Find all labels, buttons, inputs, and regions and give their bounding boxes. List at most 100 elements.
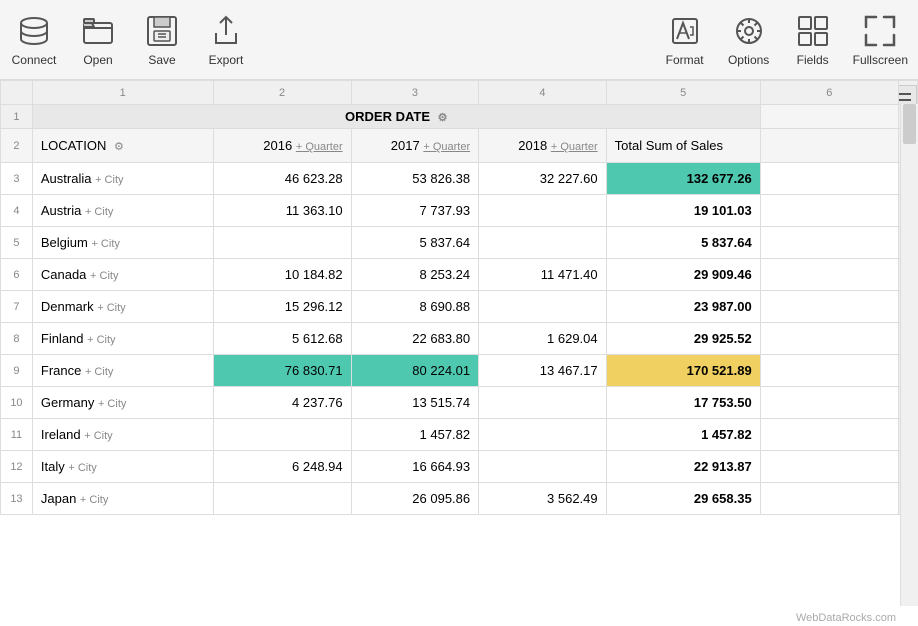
options-button[interactable]: Options: [725, 13, 773, 67]
belgium-city-link[interactable]: + City: [91, 238, 119, 250]
australia-city-link[interactable]: + City: [95, 174, 123, 186]
toolbar: Connect Open Save: [0, 0, 918, 80]
belgium-empty-6: [760, 227, 898, 259]
format-label: Format: [666, 53, 704, 67]
japan-2017: 26 095.86: [351, 483, 479, 515]
fullscreen-button[interactable]: Fullscreen: [853, 13, 908, 67]
japan-city-link[interactable]: + City: [80, 494, 108, 506]
order-date-empty-5: [760, 105, 898, 129]
save-button[interactable]: Save: [138, 13, 186, 67]
year-2016-label: 2016: [263, 138, 292, 153]
austria-2018: [479, 195, 607, 227]
france-2016: 76 830.71: [213, 355, 351, 387]
year-2018-label: 2018: [518, 138, 547, 153]
italy-city-link[interactable]: + City: [68, 462, 96, 474]
location-finland: Finland + City: [32, 323, 213, 355]
row-num-3: 3: [1, 163, 33, 195]
italy-2016: 6 248.94: [213, 451, 351, 483]
germany-city-link[interactable]: + City: [98, 398, 126, 410]
watermark: WebDataRocks.com: [796, 612, 896, 624]
format-button[interactable]: Format: [661, 13, 709, 67]
year-2018-quarter-link[interactable]: + Quarter: [551, 141, 598, 153]
col-num-5: 5: [606, 81, 760, 105]
year-2017-quarter-link[interactable]: + Quarter: [423, 141, 470, 153]
canada-total: 29 909.46: [606, 259, 760, 291]
location-belgium: Belgium + City: [32, 227, 213, 259]
row-num-9: 9: [1, 355, 33, 387]
connect-label: Connect: [12, 53, 57, 67]
germany-total: 17 753.50: [606, 387, 760, 419]
connect-button[interactable]: Connect: [10, 13, 58, 67]
grid-container: 1 2 3 4 5 6 1 ORDER DAT: [0, 80, 918, 626]
austria-2017: 7 737.93: [351, 195, 479, 227]
location-gear[interactable]: ⚙: [114, 141, 124, 153]
options-label: Options: [728, 53, 769, 67]
denmark-city-link[interactable]: + City: [97, 302, 125, 314]
ireland-2016: [213, 419, 351, 451]
open-button[interactable]: Open: [74, 13, 122, 67]
france-total: 170 521.89: [606, 355, 760, 387]
australia-2018: 32 227.60: [479, 163, 607, 195]
ireland-total: 1 457.82: [606, 419, 760, 451]
italy-empty-6: [760, 451, 898, 483]
japan-total: 29 658.35: [606, 483, 760, 515]
denmark-empty-6: [760, 291, 898, 323]
location-austria: Austria + City: [32, 195, 213, 227]
menu-icon[interactable]: [898, 85, 917, 105]
row-num-13: 13: [1, 483, 33, 515]
corner-cell: [1, 81, 33, 105]
japan-2016: [213, 483, 351, 515]
ireland-city-link[interactable]: + City: [84, 430, 112, 442]
row-num-6: 6: [1, 259, 33, 291]
table-row: 3 Australia + City 46 623.28 53 826.38 3…: [1, 163, 918, 195]
japan-2018: 3 562.49: [479, 483, 607, 515]
table-row: 5 Belgium + City 5 837.64 5 837.64: [1, 227, 918, 259]
germany-2016: 4 237.76: [213, 387, 351, 419]
year-2016-header: 2016 + Quarter: [213, 129, 351, 163]
table-row: 13 Japan + City 26 095.86 3 562.49 29 65…: [1, 483, 918, 515]
order-date-label: ORDER DATE: [345, 109, 430, 124]
row-num-8: 8: [1, 323, 33, 355]
austria-2016: 11 363.10: [213, 195, 351, 227]
row-num-1: 1: [1, 105, 33, 129]
table-row: 7 Denmark + City 15 296.12 8 690.88 23 9…: [1, 291, 918, 323]
table-row: 12 Italy + City 6 248.94 16 664.93 22 91…: [1, 451, 918, 483]
scroll-thumb[interactable]: [903, 104, 916, 144]
spreadsheet: 1 2 3 4 5 6 1 ORDER DAT: [0, 80, 918, 515]
finland-empty-6: [760, 323, 898, 355]
header-empty-6: [760, 129, 898, 163]
france-city-link[interactable]: + City: [85, 366, 113, 378]
open-label: Open: [83, 53, 112, 67]
col-header-row: 1 2 3 4 5 6: [1, 81, 918, 105]
row-num-12: 12: [1, 451, 33, 483]
denmark-total: 23 987.00: [606, 291, 760, 323]
ireland-2018: [479, 419, 607, 451]
year-2016-quarter-link[interactable]: + Quarter: [296, 141, 343, 153]
fields-button[interactable]: Fields: [789, 13, 837, 67]
italy-total: 22 913.87: [606, 451, 760, 483]
year-2018-header: 2018 + Quarter: [479, 129, 607, 163]
total-label: Total Sum of Sales: [615, 138, 723, 153]
ireland-2017: 1 457.82: [351, 419, 479, 451]
australia-2017: 53 826.38: [351, 163, 479, 195]
order-date-cell: ORDER DATE ⚙: [32, 105, 760, 129]
order-date-gear[interactable]: ⚙: [438, 112, 448, 124]
location-ireland: Ireland + City: [32, 419, 213, 451]
table-row: 8 Finland + City 5 612.68 22 683.80 1 62…: [1, 323, 918, 355]
finland-city-link[interactable]: + City: [87, 334, 115, 346]
header-row: 2 LOCATION ⚙ 2016 + Quarter 2017 + Quart…: [1, 129, 918, 163]
year-2017-header: 2017 + Quarter: [351, 129, 479, 163]
vertical-scrollbar[interactable]: [900, 104, 918, 606]
canada-2018: 11 471.40: [479, 259, 607, 291]
location-germany: Germany + City: [32, 387, 213, 419]
table-row: 10 Germany + City 4 237.76 13 515.74 17 …: [1, 387, 918, 419]
belgium-2016: [213, 227, 351, 259]
table-row: 4 Austria + City 11 363.10 7 737.93 19 1…: [1, 195, 918, 227]
export-button[interactable]: Export: [202, 13, 250, 67]
canada-city-link[interactable]: + City: [90, 270, 118, 282]
france-2018: 13 467.17: [479, 355, 607, 387]
total-header: Total Sum of Sales: [606, 129, 760, 163]
save-label: Save: [148, 53, 175, 67]
denmark-2018: [479, 291, 607, 323]
austria-city-link[interactable]: + City: [85, 206, 113, 218]
